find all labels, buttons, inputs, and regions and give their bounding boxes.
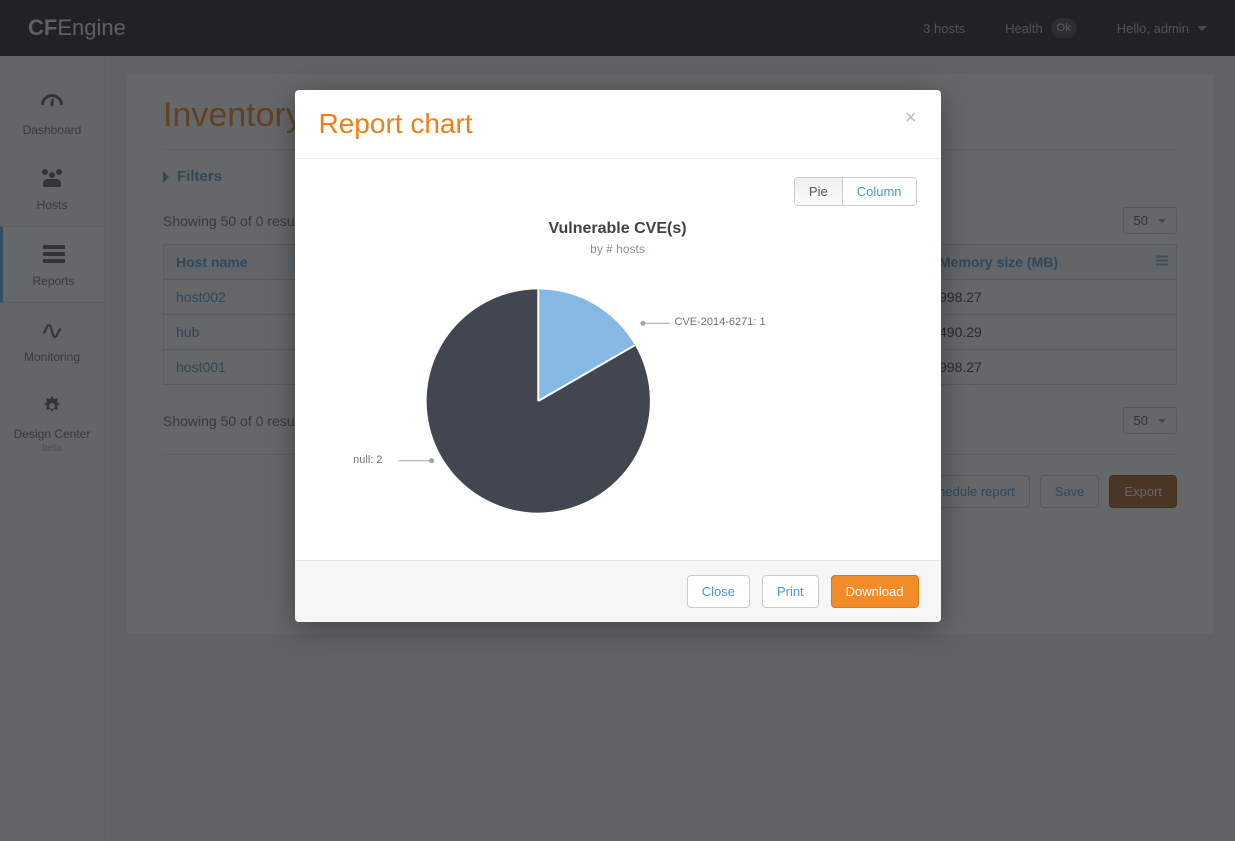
download-button[interactable]: Download <box>831 575 919 608</box>
modal-title: Report chart <box>319 108 473 140</box>
tab-pie[interactable]: Pie <box>795 178 842 205</box>
pie-chart: CVE-2014-6271: 1 null: 2 <box>319 266 917 536</box>
print-button[interactable]: Print <box>762 575 819 608</box>
close-icon: × <box>905 107 917 129</box>
pie-label-cve: CVE-2014-6271: 1 <box>675 316 766 328</box>
tab-column[interactable]: Column <box>842 178 916 205</box>
pie-label-null: null: 2 <box>353 454 382 466</box>
modal-close-button[interactable]: × <box>905 108 917 128</box>
chart-type-toggle: Pie Column <box>794 177 917 206</box>
report-chart-modal: Report chart × Pie Column Vulnerable CVE… <box>295 90 941 622</box>
chart-title: Vulnerable CVE(s) <box>319 220 917 238</box>
chart-area: Vulnerable CVE(s) by # hosts <box>319 206 917 536</box>
modal-footer: Close Print Download <box>295 560 941 622</box>
chart-subtitle: by # hosts <box>319 242 917 256</box>
close-button[interactable]: Close <box>687 575 750 608</box>
